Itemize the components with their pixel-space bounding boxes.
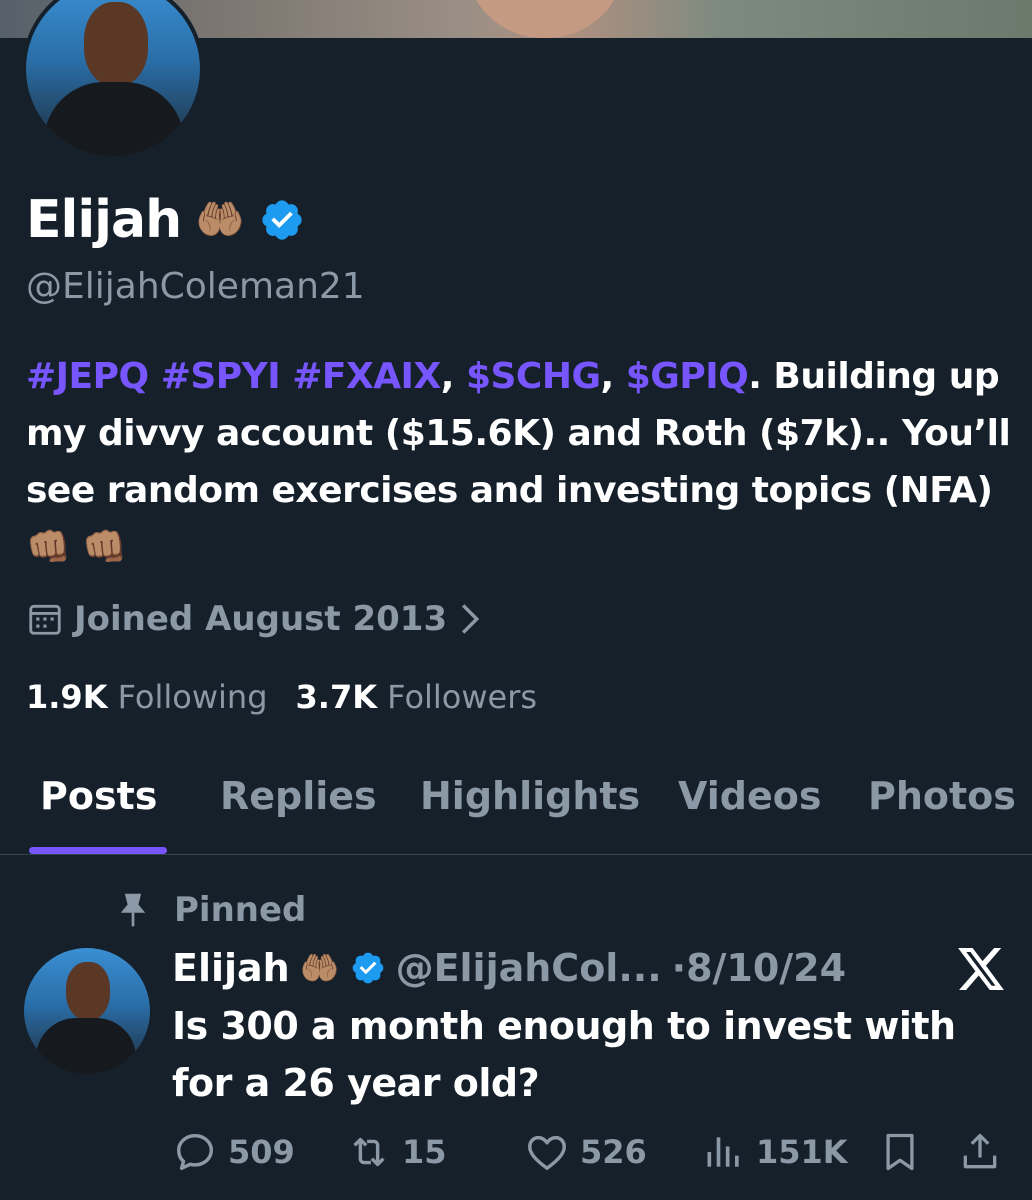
post-author-handle[interactable]: @ElijahCol... bbox=[396, 946, 662, 990]
bio-emoji: 👊🏽 👊🏽 bbox=[26, 527, 127, 568]
post-avatar[interactable] bbox=[24, 948, 150, 1074]
name-emoji: 🤲🏽 bbox=[195, 197, 245, 243]
bio-separator: , bbox=[600, 356, 626, 397]
banner-image-detail bbox=[465, 0, 625, 38]
profile-avatar[interactable] bbox=[22, 0, 204, 160]
profile-bio: #JEPQ #SPYI #FXAIX, $SCHG, $GPIQ. Buildi… bbox=[26, 348, 1016, 576]
like-count: 526 bbox=[580, 1133, 647, 1171]
followers-link[interactable]: 3.7K Followers bbox=[296, 678, 538, 716]
profile-name: Elijah bbox=[26, 190, 182, 250]
follow-stats: 1.9K Following 3.7K Followers bbox=[26, 674, 537, 720]
joined-date[interactable]: Joined August 2013 bbox=[26, 597, 483, 641]
avatar-shirt bbox=[36, 1018, 136, 1074]
post-author-emoji: 🤲🏽 bbox=[299, 949, 340, 987]
profile-name-row: Elijah 🤲🏽 bbox=[26, 188, 305, 252]
cashtag-link[interactable]: $SCHG bbox=[466, 356, 601, 397]
avatar-face bbox=[84, 2, 148, 86]
repost-icon bbox=[353, 1137, 385, 1167]
profile-handle: @ElijahColeman21 bbox=[26, 266, 365, 307]
tab-posts[interactable]: Posts bbox=[40, 774, 157, 818]
avatar-shirt bbox=[44, 82, 184, 156]
hashtag-link[interactable]: #JEPQ bbox=[26, 356, 149, 397]
share-icon bbox=[963, 1133, 997, 1169]
hashtag-link[interactable]: #FXAIX bbox=[292, 356, 441, 397]
tab-replies[interactable]: Replies bbox=[220, 774, 377, 818]
followers-label: Followers bbox=[387, 678, 538, 716]
pinned-label: Pinned bbox=[174, 890, 307, 930]
pin-icon bbox=[120, 893, 146, 927]
calendar-icon bbox=[29, 604, 61, 635]
reply-button[interactable]: 509 bbox=[172, 1124, 295, 1180]
repost-count: 15 bbox=[402, 1133, 447, 1171]
post-header: Elijah 🤲🏽 @ElijahCol... ·8/10/24 bbox=[172, 942, 846, 994]
chevron-right-icon bbox=[462, 604, 480, 634]
like-icon bbox=[528, 1135, 566, 1171]
share-button[interactable] bbox=[958, 1124, 1002, 1180]
profile-tabs: Posts Replies Highlights Videos Photos bbox=[0, 768, 1032, 855]
cashtag-link[interactable]: $GPIQ bbox=[626, 356, 749, 397]
active-tab-indicator bbox=[29, 847, 167, 854]
bookmark-button[interactable] bbox=[878, 1124, 922, 1180]
following-link[interactable]: 1.9K Following bbox=[26, 678, 268, 716]
tab-photos[interactable]: Photos bbox=[868, 774, 1016, 818]
verified-badge-icon[interactable] bbox=[259, 197, 305, 243]
following-count: 1.9K bbox=[26, 678, 108, 716]
avatar-face bbox=[66, 962, 110, 1020]
pinned-indicator: Pinned bbox=[116, 888, 306, 932]
verified-badge-icon[interactable] bbox=[350, 950, 386, 986]
tab-highlights[interactable]: Highlights bbox=[420, 774, 640, 818]
views-button[interactable]: 151K bbox=[702, 1124, 848, 1180]
joined-label: Joined August 2013 bbox=[74, 599, 448, 639]
views-icon bbox=[707, 1137, 739, 1167]
like-button[interactable]: 526 bbox=[524, 1124, 647, 1180]
hashtag-link[interactable]: #SPYI bbox=[161, 356, 281, 397]
tab-videos[interactable]: Videos bbox=[678, 774, 821, 818]
repost-button[interactable]: 15 bbox=[346, 1124, 447, 1180]
post-actions: 509 15 526 151K bbox=[0, 1124, 1032, 1180]
views-count: 151K bbox=[756, 1133, 848, 1171]
following-label: Following bbox=[117, 678, 268, 716]
post-author-name[interactable]: Elijah bbox=[172, 946, 290, 990]
post-date[interactable]: ·8/10/24 bbox=[672, 946, 846, 990]
reply-count: 509 bbox=[228, 1133, 295, 1171]
post-text: Is 300 a month enough to invest with for… bbox=[172, 1004, 956, 1105]
reply-icon bbox=[176, 1133, 214, 1171]
bookmark-icon bbox=[886, 1133, 914, 1171]
bio-separator: , bbox=[440, 356, 466, 397]
x-logo-icon bbox=[958, 948, 1004, 990]
followers-count: 3.7K bbox=[295, 678, 377, 716]
